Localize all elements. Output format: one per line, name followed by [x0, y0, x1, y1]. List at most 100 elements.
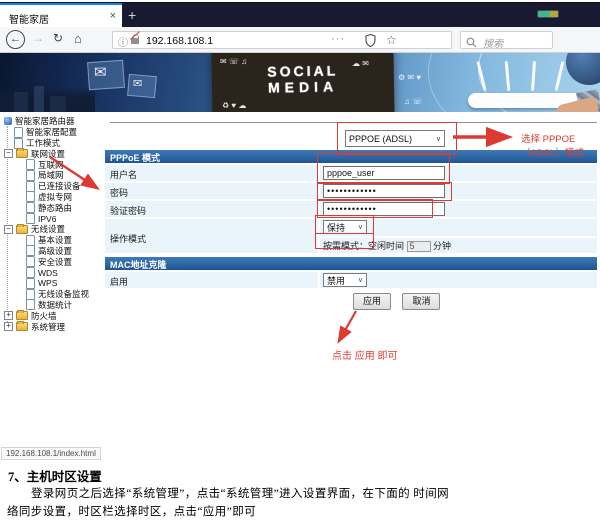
address-bar[interactable]: ⓘ 192.168.108.1 ··· ☆ [112, 31, 452, 49]
tab-close-icon[interactable]: × [110, 10, 116, 22]
verify-password-row: 验证密码 [105, 201, 597, 217]
building-shape [50, 96, 66, 112]
banner-word-media: MEDIA [212, 77, 394, 96]
document-paragraph-line1: 登录网页之后选择“系统管理”，点击“系统管理”进入设置界面，在下面的 时间网 [31, 485, 449, 501]
sidebar-tree: 智能家居路由器智能家居配置工作模式−联网设置互联网局域网已连接设备虚拟专网静态路… [2, 116, 105, 332]
subrow-divider [320, 236, 597, 238]
tab-title: 智能家居 [9, 11, 49, 26]
sidebar-item-6[interactable]: 已连接设备 [2, 181, 105, 192]
wan-type-select[interactable]: PPPOE (ADSL) ∨ [345, 130, 445, 147]
username-input[interactable] [323, 166, 445, 180]
operation-mode-row: 操作模式 保持 ∨ 按需模式：空闲时间 分钟 [105, 219, 597, 253]
tree-collapse-icon[interactable]: − [4, 149, 13, 158]
operation-mode-value: 保持 [327, 221, 345, 234]
password-input[interactable] [323, 184, 445, 198]
doc-icon [26, 202, 35, 213]
doc-icon [14, 127, 23, 138]
operation-mode-label: 操作模式 [110, 232, 146, 245]
status-link-preview: 192.168.108.1/index.html [1, 447, 101, 460]
mac-enable-row: 启用 禁用 ∨ [105, 272, 597, 288]
url-text: 192.168.108.1 [146, 35, 213, 47]
document-paragraph-line2: 络同步设置，时区栏选择时区，点击“应用”即可 [7, 503, 256, 519]
sidebar-item-2[interactable]: 工作模式 [2, 138, 105, 149]
shield-icon[interactable] [365, 34, 376, 52]
doc-icon [26, 267, 35, 278]
sidebar-item-4[interactable]: 互联网 [2, 159, 105, 170]
idle-time-input[interactable] [407, 241, 431, 252]
sidebar-item-19[interactable]: + 系统管理 [2, 321, 105, 332]
doc-icon [14, 138, 23, 149]
doc-icon [26, 181, 35, 192]
mac-enable-label: 启用 [110, 275, 128, 288]
sidebar-item-label: 系统管理 [31, 321, 65, 333]
chevron-down-icon: ∨ [436, 135, 441, 143]
doc-icon [26, 245, 35, 256]
page-actions-icon[interactable]: ··· [331, 33, 345, 45]
tree-expand-icon[interactable]: + [4, 322, 13, 331]
apply-button[interactable]: 应用 [353, 293, 391, 310]
building-shape [14, 92, 28, 112]
sidebar-item-12[interactable]: 高级设置 [2, 246, 105, 257]
tab-bar-badge [537, 10, 559, 18]
doc-icon [26, 213, 35, 224]
doc-icon [26, 299, 35, 310]
sidebar-item-5[interactable]: 局域网 [2, 170, 105, 181]
sidebar-item-8[interactable]: 静态路由 [2, 202, 105, 213]
folder-icon [16, 225, 28, 234]
screenshot-root: 智能家居 × + ← → ↻ ⌂ ⓘ 192.168.108.1 ··· ☆ 搜… [0, 0, 600, 528]
bookmark-star-icon[interactable]: ☆ [386, 33, 397, 47]
sidebar-item-label: 静态路由 [38, 202, 72, 214]
chalk-doodle-icon: ☁ ✉ [352, 59, 369, 68]
mac-enable-select[interactable]: 禁用 ∨ [323, 273, 367, 287]
refresh-button[interactable]: ↻ [53, 31, 63, 45]
chevron-down-icon: ∨ [358, 223, 363, 231]
form-buttons: 应用 取消 [353, 291, 447, 310]
cancel-button[interactable]: 取消 [402, 293, 440, 310]
search-icon [466, 35, 477, 53]
doc-icon [26, 256, 35, 267]
sidebar-item-14[interactable]: WDS [2, 267, 105, 278]
sidebar-item-11[interactable]: 基本设置 [2, 235, 105, 246]
content-divider [110, 122, 597, 123]
sidebar-item-18[interactable]: +防火墙 [2, 310, 105, 321]
chevron-down-icon: ∨ [358, 276, 363, 284]
chalk-doodle-icon: ⚙ ✉ ♥ [398, 73, 421, 82]
sidebar-item-13[interactable]: 安全设置 [2, 256, 105, 267]
sidebar-item-10[interactable]: −无线设置 [2, 224, 105, 235]
tree-collapse-icon[interactable]: − [4, 225, 13, 234]
doc-icon [26, 170, 35, 181]
password-row: 密码 [105, 183, 597, 199]
column-divider [318, 201, 320, 217]
operation-mode-select[interactable]: 保持 ∨ [323, 220, 367, 234]
sidebar-item-9[interactable]: IPV6 [2, 213, 105, 224]
doc-icon [26, 235, 35, 246]
username-row: 用户名 [105, 165, 597, 181]
site-info-icon[interactable]: ⓘ [118, 34, 128, 49]
sidebar-item-3[interactable]: −联网设置 [2, 148, 105, 159]
verify-password-label: 验证密码 [110, 204, 146, 217]
sidebar-item-17[interactable]: 数据统计 [2, 300, 105, 311]
username-label: 用户名 [110, 168, 137, 181]
forward-button[interactable]: → [32, 31, 44, 45]
mac-enable-value: 禁用 [327, 274, 345, 287]
router-page-banner: ✉ ✉ SOCIAL MEDIA ✉ ☏ ♫ ♻ ♥ ☁ ☁ ✉ ⚙ ✉ ♥ ♫… [0, 53, 600, 112]
sidebar-item-1[interactable]: 智能家居配置 [2, 127, 105, 138]
sidebar-item-0[interactable]: 智能家居路由器 [2, 116, 105, 127]
browser-tab-bar: 智能家居 × + [0, 2, 600, 28]
doc-icon [26, 159, 35, 170]
document-heading: 7、主机时区设置 [8, 466, 102, 485]
chalk-doodle-icon: ♫ ☏ [404, 97, 422, 106]
home-button[interactable]: ⌂ [74, 31, 82, 46]
verify-password-input[interactable] [323, 202, 445, 216]
active-tab[interactable]: 智能家居 × [0, 3, 122, 28]
sidebar-item-15[interactable]: WPS [2, 278, 105, 289]
envelope-icon: ✉ [133, 77, 142, 90]
column-divider [318, 165, 320, 181]
tree-expand-icon[interactable]: + [4, 311, 13, 320]
sidebar-item-16[interactable]: 无线设备监视 [2, 289, 105, 300]
back-button[interactable]: ← [6, 30, 25, 49]
ondemand-row: 按需模式：空闲时间 分钟 [323, 239, 451, 252]
search-box[interactable]: 搜索 [460, 31, 553, 49]
new-tab-icon[interactable]: + [128, 7, 136, 23]
sidebar-item-7[interactable]: 虚拟专网 [2, 192, 105, 203]
